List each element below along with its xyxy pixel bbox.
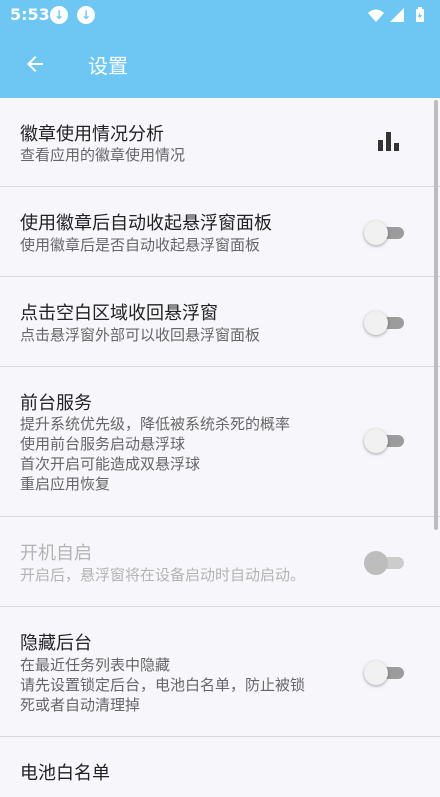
signal-icon <box>390 8 404 22</box>
setting-description-line: 使用前台服务启动悬浮球 <box>20 435 186 453</box>
system-status-icons <box>368 7 424 22</box>
download-notification-icon: ↓ <box>50 6 68 24</box>
setting-title: 使用徽章后自动收起悬浮窗面板 <box>20 213 272 234</box>
download-notification-icon: ↓ <box>77 6 95 24</box>
setting-title: 隐藏后台 <box>20 633 92 654</box>
back-button[interactable] <box>18 48 52 80</box>
setting-description: 在最近任务列表中隐藏 请先设置锁定后台，电池白名单，防止被锁 死或者自动清理掉 <box>20 655 360 715</box>
setting-hide-from-recents[interactable]: 隐藏后台 在最近任务列表中隐藏 请先设置锁定后台，电池白名单，防止被锁 死或者自… <box>0 607 440 737</box>
setting-foreground-service[interactable]: 前台服务 提升系统优先级，降低被系统杀死的概率 使用前台服务启动悬浮球 首次开启… <box>0 367 440 517</box>
wifi-icon <box>368 9 384 22</box>
status-bar: 5:53 ↓ ↓ <box>0 0 440 30</box>
setting-title: 前台服务 <box>20 393 92 414</box>
foreground-service-toggle[interactable] <box>364 429 406 453</box>
setting-description: 使用徽章后是否自动收起悬浮窗面板 <box>20 236 261 254</box>
setting-description-line: 提升系统优先级，降低被系统杀死的概率 <box>20 415 291 433</box>
setting-description-line: 首次开启可能造成双悬浮球 <box>20 455 201 473</box>
launch-on-boot-toggle <box>364 551 406 575</box>
setting-title: 电池白名单 <box>20 763 110 784</box>
setting-title: 开机自启 <box>20 543 92 564</box>
setting-description-line: 在最近任务列表中隐藏 <box>20 656 171 674</box>
setting-description: 查看应用的徽章使用情况 <box>20 146 186 164</box>
auto-collapse-toggle[interactable] <box>364 221 406 245</box>
setting-launch-on-boot: 开机自启 开启后，悬浮窗将在设备启动时自动启动。 <box>0 517 440 607</box>
tap-outside-collapse-toggle[interactable] <box>364 311 406 335</box>
setting-description-line: 死或者自动清理掉 <box>20 696 141 714</box>
bar-chart-icon <box>378 132 399 151</box>
app-bar: 5:53 ↓ ↓ 设置 <box>0 0 440 98</box>
setting-badge-usage-analysis[interactable]: 徽章使用情况分析 查看应用的徽章使用情况 <box>0 98 440 187</box>
scrollbar[interactable] <box>434 100 438 530</box>
hide-from-recents-toggle[interactable] <box>364 661 406 685</box>
setting-description-line: 请先设置锁定后台，电池白名单，防止被锁 <box>20 676 306 694</box>
setting-description-line: 重启应用恢复 <box>20 475 111 493</box>
arrow-left-icon <box>27 56 43 72</box>
setting-description: 开启后，悬浮窗将在设备启动时自动启动。 <box>20 566 306 584</box>
setting-description: 提升系统优先级，降低被系统杀死的概率 使用前台服务启动悬浮球 首次开启可能造成双… <box>20 414 360 494</box>
setting-title: 点击空白区域收回悬浮窗 <box>20 303 218 324</box>
settings-list: 徽章使用情况分析 查看应用的徽章使用情况 使用徽章后自动收起悬浮窗面板 使用徽章… <box>0 98 440 797</box>
setting-title: 徽章使用情况分析 <box>20 124 164 145</box>
page-title: 设置 <box>88 54 128 78</box>
setting-tap-outside-collapse[interactable]: 点击空白区域收回悬浮窗 点击悬浮窗外部可以收回悬浮窗面板 <box>0 277 440 367</box>
setting-battery-whitelist[interactable]: 电池白名单 <box>0 737 440 797</box>
status-time: 5:53 <box>10 5 50 24</box>
setting-auto-collapse-panel[interactable]: 使用徽章后自动收起悬浮窗面板 使用徽章后是否自动收起悬浮窗面板 <box>0 187 440 277</box>
setting-description: 点击悬浮窗外部可以收回悬浮窗面板 <box>20 326 261 344</box>
